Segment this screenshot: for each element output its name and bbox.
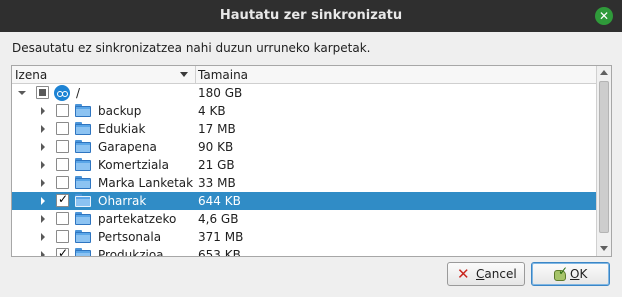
folder-icon	[75, 140, 91, 153]
collapse-arrow-icon[interactable]	[18, 91, 26, 95]
tree-row[interactable]: Garapena 90 KB	[12, 138, 596, 156]
root-name: /	[76, 86, 81, 100]
cancel-button-label: Cancel	[476, 267, 517, 281]
folder-icon	[75, 176, 91, 189]
tree-row[interactable]: ✓ Oharrak 644 KB	[12, 192, 596, 210]
expand-arrow-icon[interactable]	[41, 107, 45, 115]
folder-checkbox[interactable]	[56, 212, 69, 225]
tree-row[interactable]: backup 4 KB	[12, 102, 596, 120]
folder-icon	[75, 122, 91, 135]
folder-size: 33 MB	[198, 176, 236, 190]
folder-checkbox[interactable]	[56, 176, 69, 189]
folder-checkbox[interactable]	[56, 140, 69, 153]
folder-name: Oharrak	[98, 194, 147, 208]
tree-row[interactable]: ✓ Produkzioa 653 KB	[12, 246, 596, 257]
expand-arrow-icon[interactable]	[41, 179, 45, 187]
column-header-name-label: Izena	[15, 68, 48, 82]
tree-row[interactable]: Komertziala 21 GB	[12, 156, 596, 174]
column-header-size[interactable]: Tamaina	[196, 66, 596, 83]
folder-size: 90 KB	[198, 140, 234, 154]
tree-row[interactable]: partekatzeko 4,6 GB	[12, 210, 596, 228]
expand-arrow-icon[interactable]	[41, 233, 45, 241]
instruction-text: Desautatu ez sinkronizatzea nahi duzun u…	[12, 41, 371, 55]
vertical-scrollbar[interactable]	[596, 66, 611, 256]
expand-arrow-icon[interactable]	[41, 143, 45, 151]
close-icon[interactable]: ✕	[595, 7, 613, 25]
scroll-thumb[interactable]	[599, 81, 609, 233]
folder-name: partekatzeko	[98, 212, 177, 226]
folder-name: Produkzioa	[98, 248, 164, 257]
folder-checkbox[interactable]	[56, 122, 69, 135]
folder-checkbox[interactable]	[56, 230, 69, 243]
root-size: 180 GB	[198, 86, 243, 100]
column-header-name[interactable]: Izena	[12, 66, 196, 83]
folder-icon	[75, 104, 91, 117]
folder-size: 4 KB	[198, 104, 226, 118]
folder-icon	[75, 212, 91, 225]
checkmark-icon: ✓	[58, 192, 69, 206]
folder-checkbox[interactable]: ✓	[56, 192, 69, 207]
folder-icon	[75, 230, 91, 243]
folder-icon	[75, 248, 91, 256]
scroll-down-arrow-icon[interactable]	[600, 246, 608, 251]
folder-size: 4,6 GB	[198, 212, 239, 226]
folder-icon	[75, 158, 91, 171]
folder-icon	[75, 194, 91, 207]
folder-checkbox[interactable]	[56, 158, 69, 171]
folder-name: Edukiak	[98, 122, 146, 136]
folder-size: 17 MB	[198, 122, 236, 136]
folder-checkbox[interactable]: ✓	[56, 246, 69, 257]
scroll-up-arrow-icon[interactable]	[600, 70, 608, 75]
expand-arrow-icon[interactable]	[41, 161, 45, 169]
folder-tree[interactable]: Izena Tamaina / 180 GB backup 4 KB Edukiak…	[11, 65, 612, 257]
sort-down-icon	[180, 72, 188, 77]
folder-size: 644 KB	[198, 194, 241, 208]
tree-header: Izena Tamaina	[12, 66, 596, 84]
column-header-size-label: Tamaina	[198, 68, 249, 82]
folder-size: 653 KB	[198, 248, 241, 257]
folder-name: Marka Lanketak	[98, 176, 194, 190]
checkmark-icon: ✓	[58, 246, 69, 257]
folder-name: Komertziala	[98, 158, 169, 172]
ok-button[interactable]: ✓ OK	[531, 262, 610, 286]
checkbox-root[interactable]	[36, 86, 49, 99]
folder-name: Garapena	[98, 140, 157, 154]
window-title: Hautatu zer sinkronizatu	[219, 8, 403, 23]
tree-row-root[interactable]: / 180 GB	[12, 84, 596, 102]
nextcloud-cloud-icon	[54, 85, 70, 101]
title-bar: Hautatu zer sinkronizatu ✕	[0, 0, 622, 32]
folder-checkbox[interactable]	[56, 104, 69, 117]
folder-size: 21 GB	[198, 158, 235, 172]
ok-button-label: OK	[570, 267, 588, 281]
folder-name: Pertsonala	[98, 230, 162, 244]
expand-arrow-icon[interactable]	[41, 251, 45, 256]
tree-row[interactable]: Edukiak 17 MB	[12, 120, 596, 138]
expand-arrow-icon[interactable]	[41, 215, 45, 223]
tree-row[interactable]: Pertsonala 371 MB	[12, 228, 596, 246]
cancel-button[interactable]: ✕ Cancel	[447, 262, 525, 286]
folder-size: 371 MB	[198, 230, 244, 244]
ok-hand-icon: ✓	[552, 264, 568, 281]
cancel-icon: ✕	[457, 265, 470, 283]
expand-arrow-icon[interactable]	[41, 197, 45, 205]
folder-name: backup	[98, 104, 142, 118]
tree-row[interactable]: Marka Lanketak 33 MB	[12, 174, 596, 192]
expand-arrow-icon[interactable]	[41, 125, 45, 133]
